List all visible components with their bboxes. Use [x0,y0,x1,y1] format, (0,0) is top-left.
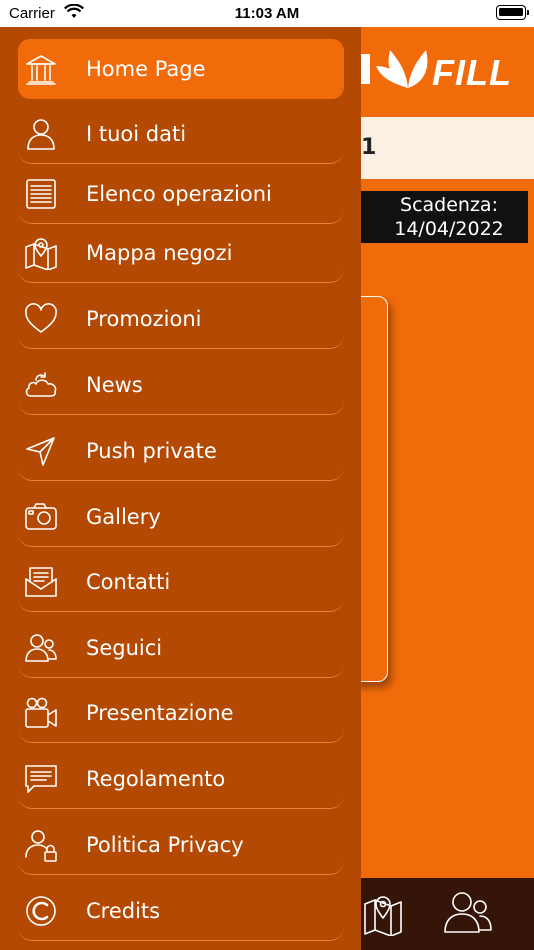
menu-label-promozioni: Promozioni [86,306,202,331]
card-number: 1 [361,135,377,160]
menu-label-i-tuoi-dati: I tuoi dati [86,121,187,146]
battery-icon [496,5,529,20]
side-drawer: Home Page I tuoi dati Elenco operazioni … [0,27,361,950]
expiry-label: Scadenza: [400,194,498,216]
menu-label-push-private: Push private [86,438,217,463]
clock: 11:03 AM [234,5,300,22]
menu-label-mappa-negozi: Mappa negozi [86,240,233,265]
menu-item-i-tuoi-dati[interactable]: I tuoi dati [18,104,344,164]
menu-label-seguici: Seguici [86,635,163,660]
menu-item-home-page[interactable]: Home Page [18,39,344,99]
menu-label-home-page: Home Page [86,57,206,81]
menu-item-credits[interactable]: Credits [18,881,344,941]
menu-label-news: News [86,372,143,397]
menu-label-regolamento: Regolamento [86,766,226,791]
status-bar: Carrier 11:03 AM [0,0,534,27]
map-tab-icon[interactable] [362,890,404,940]
users-icon [24,631,58,665]
menu-label-gallery: Gallery [86,504,161,529]
menu-label-politica-privacy: Politica Privacy [86,832,244,857]
cloud-refresh-icon [24,368,58,402]
list-icon [24,177,58,211]
heart-icon [24,302,58,336]
menu-item-regolamento[interactable]: Regolamento [18,749,344,809]
menu-item-news[interactable]: News [18,355,344,415]
user-icon [24,117,58,151]
menu-item-presentazione[interactable]: Presentazione [18,683,344,743]
users-tab-icon[interactable] [442,890,494,940]
menu-item-gallery[interactable]: Gallery [18,487,344,547]
menu-item-seguici[interactable]: Seguici [18,618,344,678]
menu-item-elenco-operazioni[interactable]: Elenco operazioni [18,164,344,224]
expiry-date: 14/04/2022 [394,218,504,240]
menu-item-contatti[interactable]: Contatti [18,552,344,612]
logo-text: FILL [432,52,512,93]
copyright-icon [24,894,58,928]
menu-item-politica-privacy[interactable]: Politica Privacy [18,815,344,875]
home-icon [24,52,58,86]
chat-lines-icon [24,762,58,796]
user-lock-icon [24,828,58,862]
menu-label-contatti: Contatti [86,569,171,594]
menu-item-mappa-negozi[interactable]: Mappa negozi [18,223,344,283]
map-icon [24,236,58,271]
mail-icon [24,565,58,599]
camera-icon [24,500,58,534]
menu-label-presentazione: Presentazione [86,700,234,725]
leaf-logo-icon [360,50,428,88]
video-camera-icon [24,696,58,730]
menu-label-elenco-operazioni: Elenco operazioni [86,181,272,206]
menu-item-push-private[interactable]: Push private [18,421,344,481]
send-icon [24,434,58,468]
menu-label-credits: Credits [86,898,161,923]
menu-item-promozioni[interactable]: Promozioni [18,289,344,349]
